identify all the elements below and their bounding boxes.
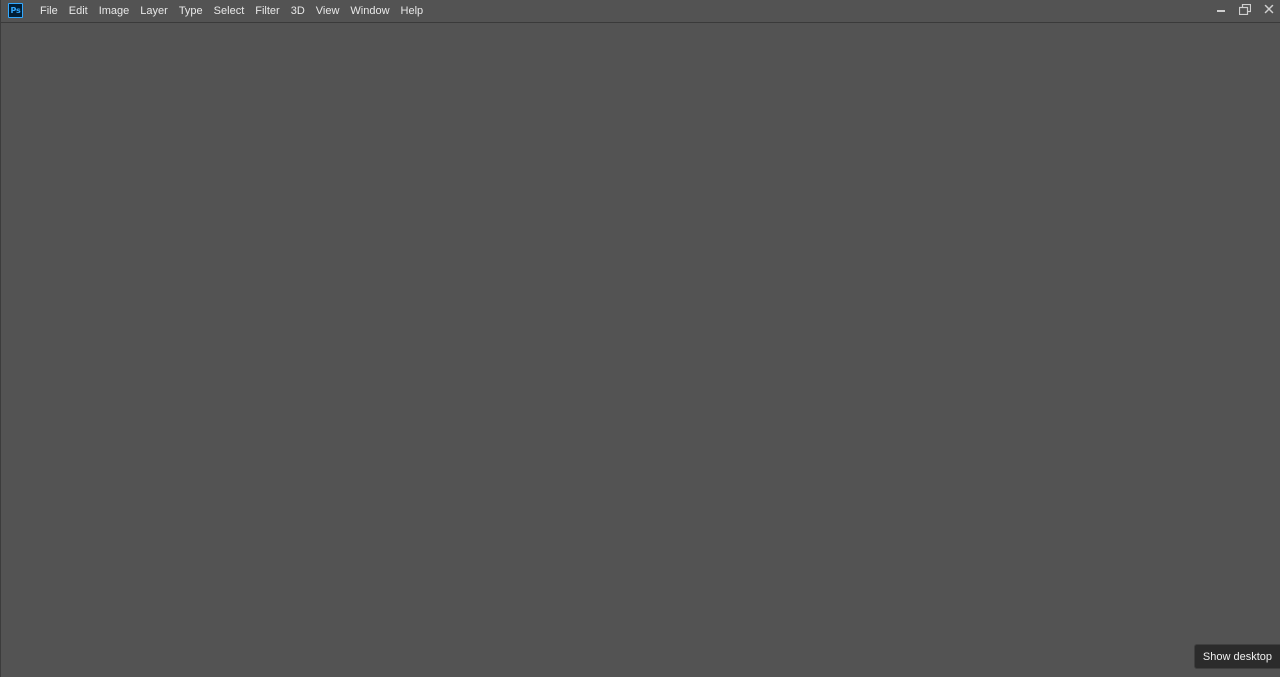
window-controls: [1209, 0, 1280, 18]
menu-image[interactable]: Image: [93, 0, 135, 23]
menu-filter[interactable]: Filter: [249, 0, 284, 23]
menu-type[interactable]: Type: [173, 0, 208, 23]
menu-help[interactable]: Help: [395, 0, 429, 23]
menu-view[interactable]: View: [310, 0, 345, 23]
workspace-canvas-area: [1, 23, 1280, 677]
restore-button[interactable]: [1233, 0, 1257, 18]
menu-edit[interactable]: Edit: [63, 0, 93, 23]
menu-layer[interactable]: Layer: [134, 0, 173, 23]
menu-file[interactable]: File: [34, 0, 63, 23]
restore-icon: [1239, 3, 1251, 15]
title-bar: Ps File Edit Image Layer Type Select Fil…: [1, 0, 1280, 23]
menu-3d[interactable]: 3D: [285, 0, 310, 23]
menu-window[interactable]: Window: [344, 0, 394, 23]
minimize-icon: [1217, 10, 1225, 12]
show-desktop-tooltip: Show desktop: [1193, 644, 1280, 669]
logo-text: Ps: [10, 5, 21, 15]
close-icon: [1264, 4, 1274, 14]
photoshop-window: Ps File Edit Image Layer Type Select Fil…: [0, 0, 1280, 677]
menu-select[interactable]: Select: [208, 0, 250, 23]
close-button[interactable]: [1257, 0, 1280, 18]
minimize-button[interactable]: [1209, 0, 1233, 18]
photoshop-logo-icon[interactable]: Ps: [8, 3, 23, 18]
menu-bar: File Edit Image Layer Type Select Filter…: [34, 0, 428, 23]
